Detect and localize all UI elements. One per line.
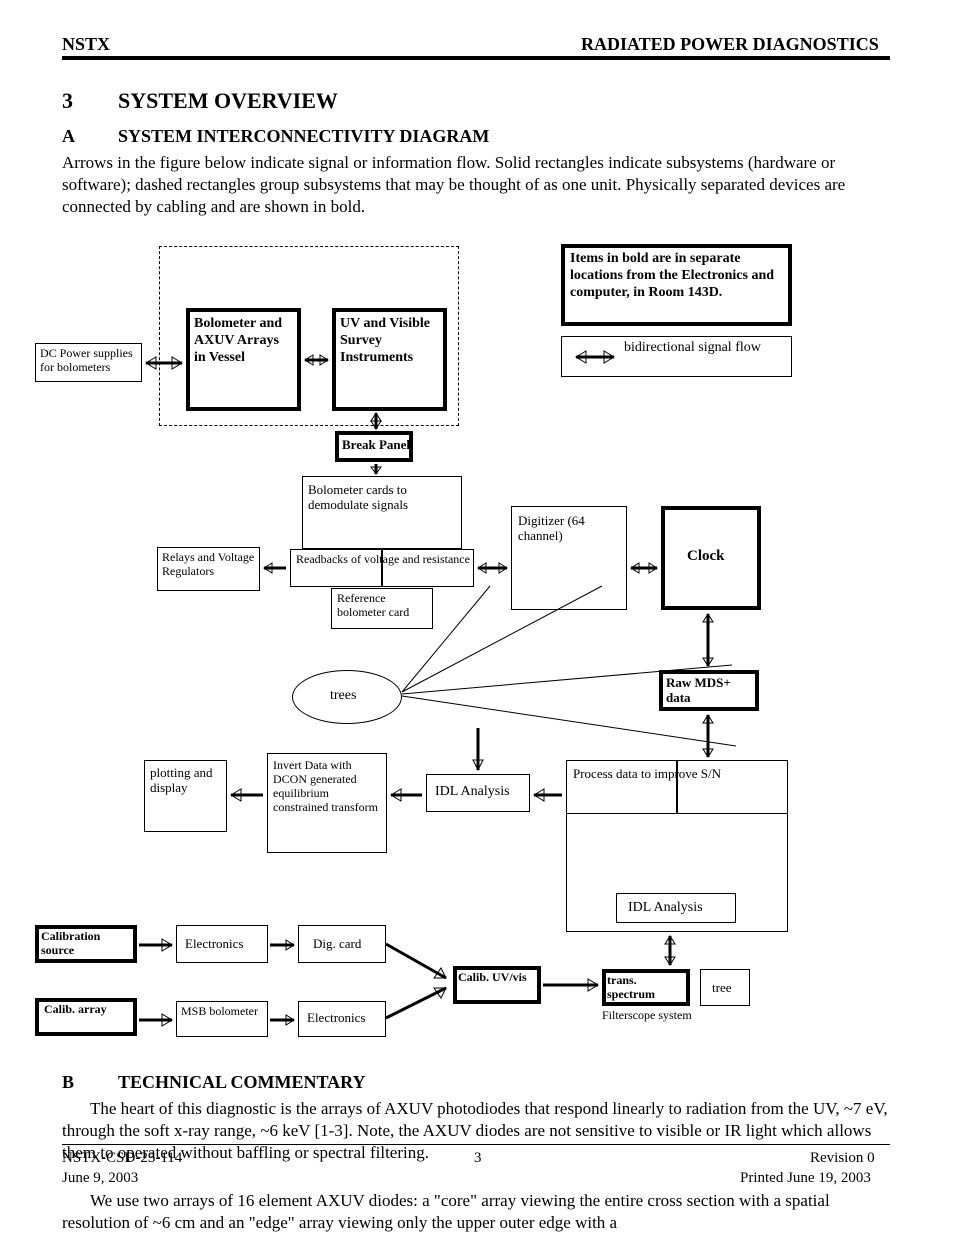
section-number: 3 <box>62 88 73 114</box>
footer-print: Printed June 19, 2003 <box>740 1170 871 1187</box>
commentary-title: TECHNICAL COMMENTARY <box>118 1072 366 1093</box>
figure-caption: Arrows in the figure below indicate sign… <box>62 152 890 218</box>
a1 <box>137 937 176 953</box>
arrow-proc-idl <box>530 787 566 803</box>
idl-analysis-text-small: IDL Analysis <box>628 900 703 916</box>
legend-bold-text: Items in bold are in separate locations … <box>570 250 784 301</box>
figure-letter: A <box>62 126 75 147</box>
footer-date: June 9, 2003 <box>62 1170 138 1187</box>
calib-array-text: Calib. array <box>44 1002 132 1016</box>
a7 <box>541 977 602 993</box>
legend-arrow-icon <box>572 349 618 365</box>
a8 <box>662 932 678 969</box>
raw-data-text: Raw MDS+ data <box>666 675 754 705</box>
footer-rule <box>62 1144 890 1145</box>
header-rule <box>62 56 890 60</box>
process-data-text: Process data to improve S/N <box>573 766 781 781</box>
dig-card-text: Dig. card <box>313 936 361 952</box>
header-left: NSTX <box>62 34 110 55</box>
a4 <box>268 1012 298 1028</box>
arrow-clock-raw <box>700 610 716 670</box>
msb-bolo-text: MSB bolometer <box>181 1004 265 1018</box>
demod-cards-text: Bolometer cards to demodulate signals <box>308 482 456 512</box>
footer-docno: NSTX-CSD-23-114 <box>62 1150 182 1167</box>
arrow-break-demod <box>368 462 384 476</box>
electronics-text-b: Electronics <box>307 1010 365 1026</box>
arrow-uvvis-break <box>368 411 384 431</box>
trees-text: trees <box>330 688 356 704</box>
break-panel-text: Break Panel <box>342 437 410 453</box>
arrow-raw-process <box>700 711 716 761</box>
uv-vis-text: UV and Visible Survey Instruments <box>340 315 440 366</box>
dc-power-text: DC Power supplies for bolometers <box>40 346 137 374</box>
footer-page: 3 <box>474 1150 482 1167</box>
a3 <box>137 1012 176 1028</box>
arrow-invert-plot <box>227 787 267 803</box>
tree-text: tree <box>712 980 731 996</box>
arrow-trees-idl <box>470 724 486 774</box>
commentary-letter: B <box>62 1072 74 1093</box>
digitizer-text: Digitizer (64 channel) <box>518 513 621 543</box>
relay-regs-text: Relays and Voltage Regulators <box>162 550 256 578</box>
trans-spec-text: trans. spectrum <box>607 973 685 1001</box>
calib-source-text: Calibration source <box>41 929 133 957</box>
arrow-dcpower-bolo <box>142 355 186 371</box>
arrow-bolo-uvvis <box>301 352 332 368</box>
calib-uvvis-text: Calib. UV/vis <box>458 970 536 984</box>
arrow-relay-readback <box>260 560 290 576</box>
a6 <box>386 984 453 1024</box>
idl-analysis-text-big: IDL Analysis <box>435 784 510 800</box>
arrow-readback-dig <box>474 560 511 576</box>
electronics-text-a: Electronics <box>185 936 243 952</box>
section-title: SYSTEM OVERVIEW <box>118 88 338 114</box>
figure-title: SYSTEM INTERCONNECTIVITY DIAGRAM <box>118 126 489 147</box>
plotting-text: plotting and display <box>150 765 222 795</box>
bolometer-array-text: Bolometer and AXUV Arrays in Vessel <box>194 315 294 366</box>
a5 <box>386 938 453 988</box>
commentary-p2: We use two arrays of 16 element AXUV dio… <box>62 1190 890 1234</box>
a2 <box>268 937 298 953</box>
arrow-dig-clock <box>627 560 661 576</box>
legend-arrow-label: bidirectional signal flow <box>624 340 784 356</box>
footer-rev: Revision 0 <box>810 1150 875 1167</box>
invert-text: Invert Data with DCON generated equilibr… <box>273 758 383 814</box>
header-right: RADIATED POWER DIAGNOSTICS <box>581 34 879 55</box>
readbacks-text: Readbacks of voltage and resistance <box>296 552 470 566</box>
clock-text: Clock <box>687 548 725 565</box>
arrow-idl-invert <box>387 787 426 803</box>
filter-sys-text: Filterscope system <box>602 1008 752 1023</box>
